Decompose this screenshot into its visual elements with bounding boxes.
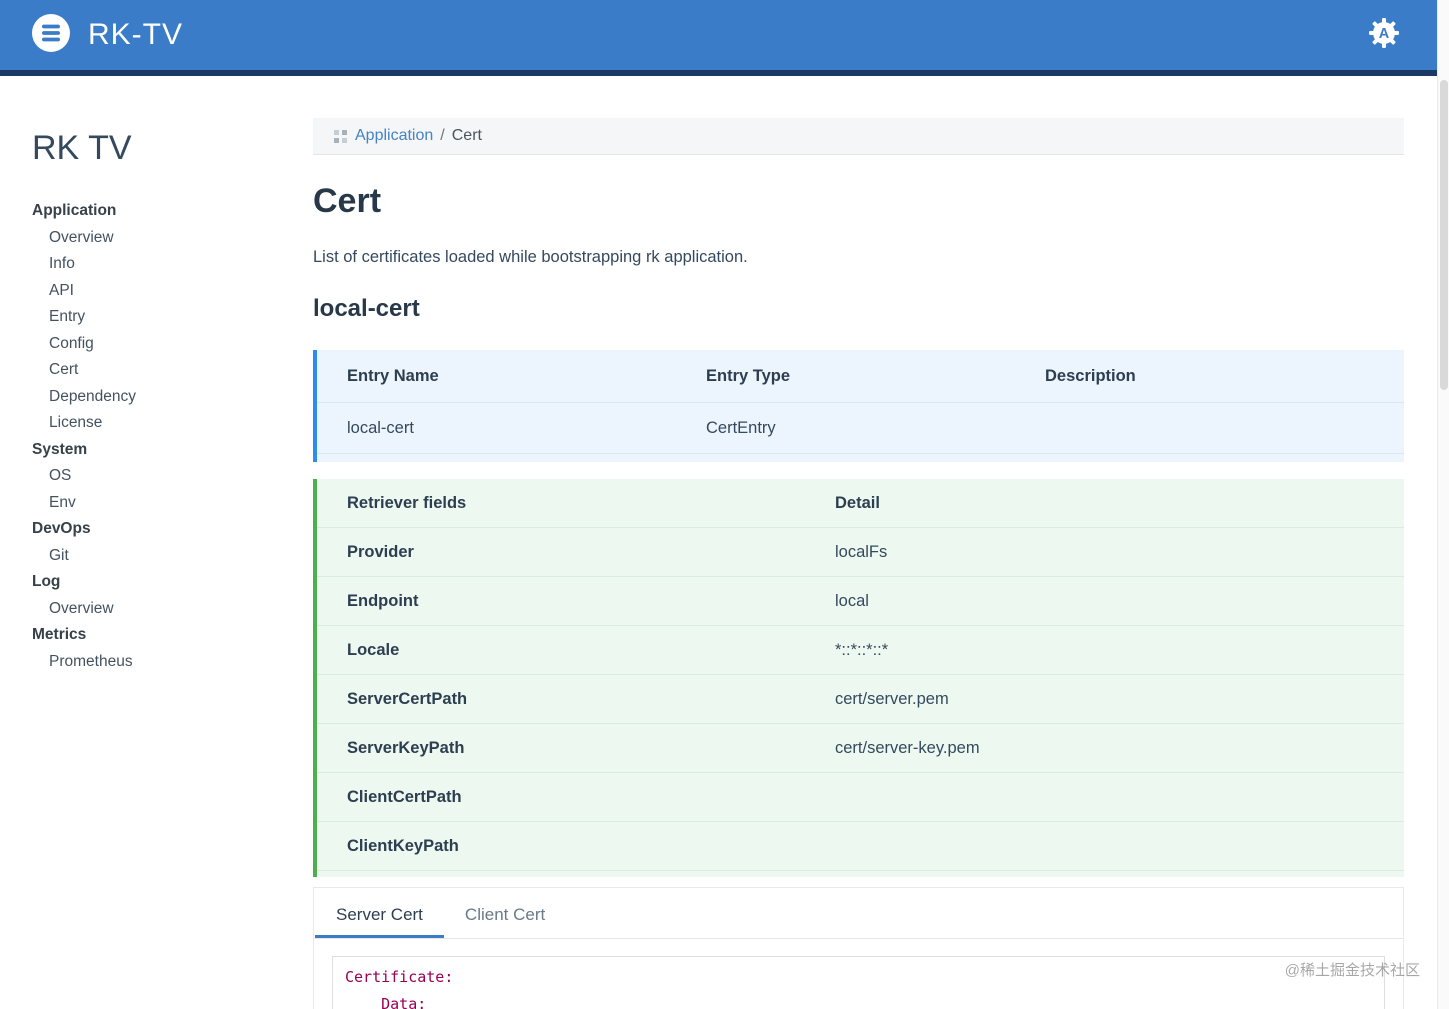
code-line: Data: — [345, 995, 427, 1009]
sidebar-item-entry[interactable]: Entry — [32, 304, 300, 331]
table-cell — [805, 783, 1404, 811]
sidebar-item-info[interactable]: Info — [32, 251, 300, 278]
sidebar-item-prometheus[interactable]: Prometheus — [32, 649, 300, 676]
navbar: RK-TV A — [0, 0, 1437, 70]
sidebar-section-system[interactable]: System — [32, 437, 300, 464]
table-cell: ClientCertPath — [347, 788, 462, 806]
scrollbar-thumb[interactable] — [1440, 80, 1448, 390]
breadcrumb-separator: / — [440, 127, 445, 144]
table-cell: cert/server-key.pem — [835, 739, 980, 757]
column-header-entry-name: Entry Name — [347, 367, 439, 385]
sidebar-title: RK TV — [32, 129, 132, 167]
table-header-row: Retriever fields Detail — [317, 479, 1404, 528]
sidebar-item-env[interactable]: Env — [32, 490, 300, 517]
table-cell: Provider — [347, 543, 414, 561]
breadcrumb-link[interactable]: Application — [355, 127, 433, 145]
table-cell: localFs — [835, 543, 888, 561]
navbar-underline — [0, 70, 1437, 76]
table-cell: ServerKeyPath — [347, 739, 465, 757]
sitemap-icon — [333, 129, 348, 144]
main-content: Application / Cert Cert List of certific… — [313, 76, 1404, 1009]
column-header-entry-type: Entry Type — [706, 367, 791, 385]
sidebar-item-dependency[interactable]: Dependency — [32, 384, 300, 411]
table-row: ClientCertPath — [317, 773, 1404, 822]
table-cell: local-cert — [347, 419, 414, 437]
scrollbar[interactable] — [1437, 0, 1449, 1009]
table-cell: Locale — [347, 641, 400, 659]
sidebar-item-license[interactable]: License — [32, 410, 300, 437]
app-logo-icon — [32, 13, 70, 57]
watermark: @稀土掘金技术社区 — [1284, 962, 1420, 979]
sidebar-item-git[interactable]: Git — [32, 543, 300, 570]
table-cell: Endpoint — [347, 592, 419, 610]
svg-text:A: A — [1379, 26, 1390, 42]
sidebar-section-metrics[interactable]: Metrics — [32, 622, 300, 649]
section-title: local-cert — [313, 295, 420, 322]
brand[interactable]: RK-TV — [32, 13, 183, 57]
auto-theme-icon[interactable]: A — [1369, 17, 1399, 53]
table-row: local-cert CertEntry — [317, 403, 1404, 454]
cert-tab-panel: Server Cert Client Cert Certificate: Data… — [313, 887, 1404, 1009]
code-line: Certificate: — [345, 968, 454, 986]
sidebar-section-devops[interactable]: DevOps — [32, 516, 300, 543]
table-cell: cert/server.pem — [835, 690, 949, 708]
entry-table: Entry Name Entry Type Description local-cer… — [313, 350, 1404, 462]
breadcrumb: Application / Cert — [313, 118, 1404, 155]
brand-title: RK-TV — [88, 18, 183, 51]
column-header-description: Description — [1045, 367, 1136, 385]
table-row: ClientKeyPath — [317, 822, 1404, 871]
table-cell: local — [835, 592, 869, 610]
table-row: Endpoint local — [317, 577, 1404, 626]
table-row: Locale *::*::*::* — [317, 626, 1404, 675]
sidebar-item-overview[interactable]: Overview — [32, 225, 300, 252]
table-cell: CertEntry — [706, 419, 776, 437]
column-header-retriever-fields: Retriever fields — [347, 494, 467, 512]
table-cell: ClientKeyPath — [347, 837, 459, 855]
tab-client-cert[interactable]: Client Cert — [444, 888, 566, 938]
sidebar-section-application[interactable]: Application — [32, 198, 300, 225]
table-row: ServerCertPath cert/server.pem — [317, 675, 1404, 724]
page-description: List of certificates loaded while bootst… — [313, 248, 748, 266]
table-row: Provider localFs — [317, 528, 1404, 577]
breadcrumb-current: Cert — [451, 127, 482, 144]
table-row: ServerKeyPath cert/server-key.pem — [317, 724, 1404, 773]
tab-row: Server Cert Client Cert — [314, 888, 1403, 939]
table-cell: *::*::*::* — [835, 641, 889, 659]
table-header-row: Entry Name Entry Type Description — [317, 350, 1404, 403]
sidebar-nav: Application Overview Info API Entry Config Cer… — [32, 198, 300, 675]
column-header-detail: Detail — [835, 494, 880, 512]
table-cell — [1015, 413, 1404, 443]
retriever-table: Retriever fields Detail Provider localFs End… — [313, 479, 1404, 877]
sidebar-item-cert[interactable]: Cert — [32, 357, 300, 384]
sidebar-item-os[interactable]: OS — [32, 463, 300, 490]
navbar-actions: A — [1369, 17, 1399, 53]
page-title: Cert — [313, 182, 382, 220]
certificate-code-block: Certificate: Data: — [332, 956, 1385, 1009]
tab-server-cert[interactable]: Server Cert — [315, 888, 444, 938]
sidebar-section-log[interactable]: Log — [32, 569, 300, 596]
sidebar-item-config[interactable]: Config — [32, 331, 300, 358]
sidebar: RK TV Application Overview Info API Entry Con… — [0, 76, 300, 675]
table-cell — [805, 832, 1404, 860]
table-cell: ServerCertPath — [347, 690, 468, 708]
sidebar-item-overview[interactable]: Overview — [32, 596, 300, 623]
sidebar-item-api[interactable]: API — [32, 278, 300, 305]
